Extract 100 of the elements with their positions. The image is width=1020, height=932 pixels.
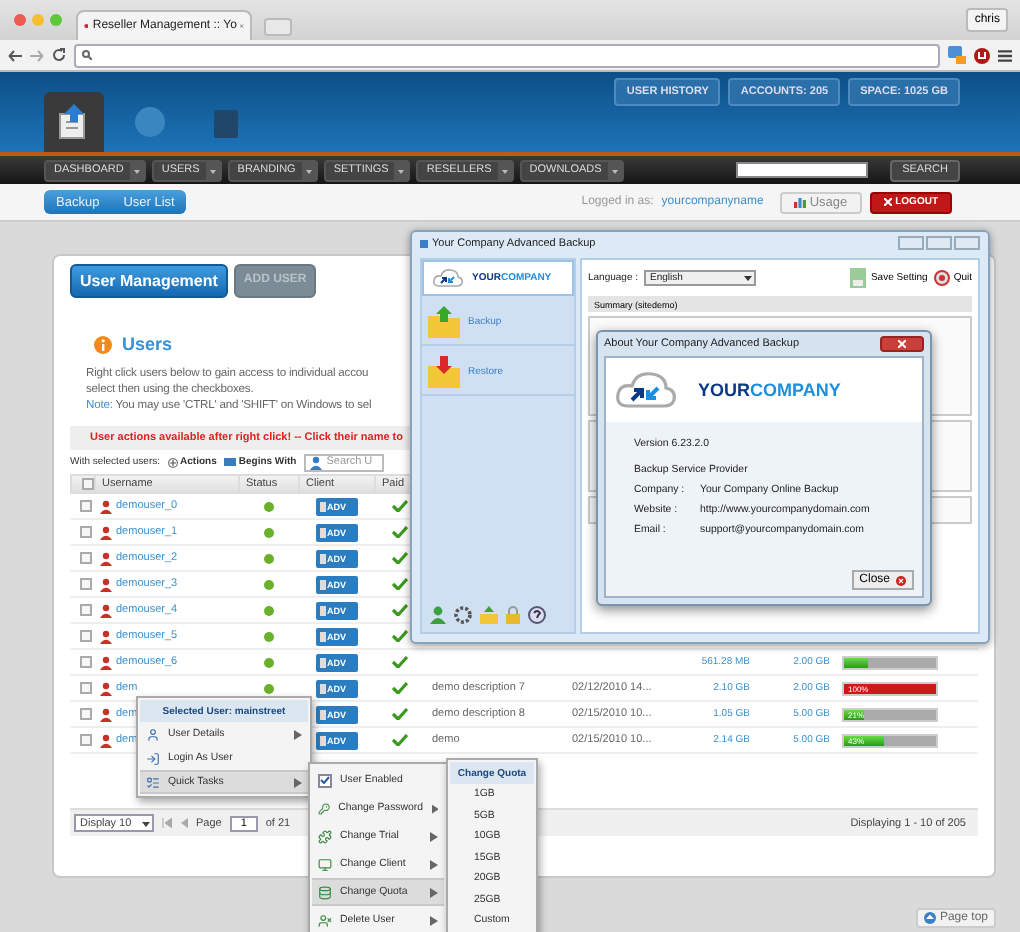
search-field[interactable] bbox=[736, 162, 869, 178]
device-icon bbox=[319, 657, 325, 667]
checkbox[interactable] bbox=[318, 773, 332, 787]
submenu-arrow-icon bbox=[430, 831, 438, 841]
upload-icon[interactable] bbox=[480, 606, 498, 624]
submenu-arrow-icon bbox=[430, 915, 438, 925]
checkbox[interactable] bbox=[80, 656, 92, 668]
new-tab-button[interactable] bbox=[264, 18, 292, 36]
user-icon bbox=[146, 727, 160, 741]
submenu-arrow-icon bbox=[431, 803, 438, 813]
list-icon bbox=[146, 775, 160, 789]
login-icon bbox=[146, 751, 160, 765]
checkbox[interactable] bbox=[80, 500, 92, 512]
person-icon bbox=[100, 681, 112, 695]
logo-banner: YOURCOMPANY bbox=[606, 358, 922, 422]
bar-chart-icon bbox=[793, 196, 806, 208]
submenu-arrow-icon bbox=[294, 729, 302, 739]
checkbox[interactable] bbox=[80, 708, 92, 720]
device-icon bbox=[319, 579, 325, 589]
caret-icon[interactable] bbox=[129, 161, 144, 179]
info-icon bbox=[94, 335, 112, 353]
checkbox[interactable] bbox=[80, 526, 92, 538]
device-icon bbox=[319, 631, 325, 641]
up-arrow-icon bbox=[923, 912, 936, 924]
minimize-button[interactable] bbox=[898, 236, 924, 250]
plus-icon bbox=[168, 457, 179, 467]
submenu-arrow-icon bbox=[430, 887, 438, 897]
window-controls-icon bbox=[12, 12, 64, 28]
previous-page-icon[interactable] bbox=[180, 818, 188, 828]
check-icon bbox=[320, 776, 330, 784]
person-icon bbox=[100, 551, 112, 565]
device-icon bbox=[319, 683, 325, 693]
close-button[interactable] bbox=[880, 336, 924, 352]
puzzle-icon bbox=[318, 829, 332, 843]
app-icon bbox=[420, 239, 428, 247]
power-icon bbox=[933, 270, 950, 286]
monitor-icon bbox=[318, 857, 332, 871]
usage-bar bbox=[842, 655, 938, 669]
close-icon bbox=[896, 575, 906, 585]
checkbox[interactable] bbox=[80, 552, 92, 564]
checkbox[interactable] bbox=[80, 682, 92, 694]
address-field[interactable] bbox=[74, 43, 940, 67]
help-icon[interactable] bbox=[528, 606, 546, 624]
person-icon bbox=[100, 603, 112, 617]
user-x-icon bbox=[318, 913, 332, 927]
gear-icon[interactable] bbox=[454, 606, 472, 624]
section-heading: Users bbox=[122, 334, 173, 354]
person-icon bbox=[100, 525, 112, 539]
device-icon bbox=[319, 735, 325, 745]
caret-icon[interactable] bbox=[394, 161, 409, 179]
device-icon bbox=[319, 501, 325, 511]
person-icon[interactable] bbox=[430, 606, 446, 624]
person-icon bbox=[100, 629, 112, 643]
back-icon[interactable] bbox=[8, 49, 22, 61]
close-icon bbox=[883, 198, 892, 206]
extension-icon[interactable] bbox=[974, 47, 990, 63]
caret-icon[interactable] bbox=[205, 161, 220, 179]
checkbox[interactable] bbox=[82, 478, 94, 490]
search-icon bbox=[82, 50, 92, 60]
forward-icon[interactable] bbox=[30, 49, 44, 61]
folder-down-icon bbox=[428, 356, 460, 388]
checkbox[interactable] bbox=[80, 604, 92, 616]
lock-icon[interactable] bbox=[506, 606, 520, 624]
reload-icon[interactable] bbox=[52, 48, 66, 62]
caret-icon bbox=[742, 270, 755, 286]
document-upload-icon bbox=[58, 104, 90, 140]
extension-icon[interactable] bbox=[948, 46, 966, 64]
person-icon bbox=[100, 499, 112, 513]
folder-up-icon bbox=[428, 306, 460, 338]
checkbox[interactable] bbox=[80, 734, 92, 746]
person-icon bbox=[100, 707, 112, 721]
checkbox[interactable] bbox=[80, 578, 92, 590]
device-icon bbox=[319, 553, 325, 563]
person-icon bbox=[100, 655, 112, 669]
cloud-logo-icon bbox=[432, 268, 464, 288]
key-icon bbox=[318, 801, 331, 815]
checkbox[interactable] bbox=[80, 630, 92, 642]
device-icon bbox=[319, 709, 325, 719]
panel-tab[interactable]: User Management bbox=[70, 263, 228, 297]
submenu-arrow-icon bbox=[430, 859, 438, 869]
section-tab[interactable] bbox=[44, 92, 104, 152]
maximize-button[interactable] bbox=[926, 236, 952, 250]
globe-icon bbox=[134, 106, 166, 138]
database-icon bbox=[318, 885, 332, 899]
caret-icon[interactable] bbox=[607, 161, 622, 179]
text-icon bbox=[224, 458, 237, 466]
first-page-icon[interactable] bbox=[162, 818, 172, 828]
menu-icon[interactable] bbox=[998, 49, 1012, 61]
device-icon bbox=[319, 527, 325, 537]
person-icon bbox=[100, 733, 112, 747]
close-icon bbox=[898, 340, 906, 348]
caret-icon[interactable] bbox=[301, 161, 316, 179]
briefcase-icon bbox=[214, 106, 238, 138]
submenu-arrow-icon bbox=[294, 777, 302, 787]
caret-icon[interactable] bbox=[497, 161, 512, 179]
person-icon bbox=[310, 455, 323, 469]
device-icon bbox=[319, 605, 325, 615]
cloud-logo-icon bbox=[614, 370, 678, 410]
save-icon bbox=[850, 268, 867, 288]
person-icon bbox=[100, 577, 112, 591]
